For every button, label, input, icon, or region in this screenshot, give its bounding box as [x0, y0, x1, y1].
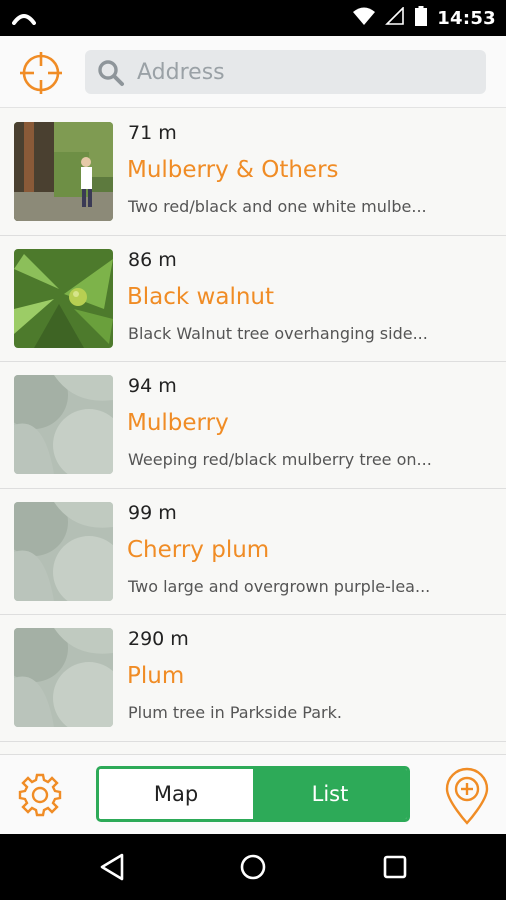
map-view-button[interactable]: Map — [99, 769, 253, 819]
top-bar — [0, 36, 506, 108]
location-name: Black walnut — [127, 283, 275, 310]
list-item[interactable]: 71 m Mulberry & Others Two red/black and… — [0, 109, 506, 236]
location-description: Two large and overgrown purple-lea... — [128, 576, 431, 596]
location-description: Two red/black and one white mulbe... — [128, 197, 427, 216]
back-icon — [100, 853, 124, 881]
distance-label: 290 m — [128, 628, 189, 651]
search-icon — [98, 60, 124, 86]
distance-label: 99 m — [128, 501, 177, 524]
placeholder-image — [14, 375, 113, 475]
home-icon — [240, 854, 266, 880]
location-photo — [14, 248, 113, 348]
list-item[interactable]: 290 m Plum Plum tree in Parkside Park. — [0, 615, 506, 742]
distance-label: 94 m — [128, 375, 177, 398]
cell-signal-icon — [385, 6, 405, 29]
list-item[interactable]: 86 m Black walnut Black Walnut tree over… — [0, 236, 506, 363]
crosshair-icon — [20, 52, 62, 94]
location-list[interactable]: 71 m Mulberry & Others Two red/black and… — [0, 109, 506, 754]
distance-label: 86 m — [128, 248, 177, 271]
home-button[interactable] — [238, 852, 268, 882]
location-name: Cherry plum — [127, 536, 270, 563]
bottom-bar: Map List — [0, 754, 506, 834]
location-description: Weeping red/black mulberry tree on... — [128, 450, 432, 470]
location-description: Black Walnut tree overhanging side... — [128, 323, 428, 343]
clock: 14:53 — [437, 7, 496, 29]
gear-icon — [18, 773, 62, 817]
settings-button[interactable] — [17, 772, 63, 818]
notification-icon — [12, 10, 36, 29]
add-location-button[interactable] — [444, 767, 490, 825]
recents-icon — [383, 855, 407, 879]
location-name: Mulberry & Others — [127, 157, 339, 183]
search-box[interactable] — [85, 50, 486, 94]
recents-button[interactable] — [380, 852, 410, 882]
view-toggle[interactable]: Map List — [96, 766, 410, 822]
location-description: Plum tree in Parkside Park. — [128, 703, 342, 723]
system-nav-bar — [0, 834, 506, 900]
status-bar: 14:53 — [0, 0, 506, 36]
add-location-icon — [445, 767, 489, 825]
location-name: Mulberry — [127, 410, 229, 437]
distance-label: 71 m — [128, 122, 177, 144]
battery-icon — [415, 6, 428, 30]
address-search-input[interactable] — [137, 50, 467, 94]
locate-me-button[interactable] — [18, 50, 64, 96]
list-view-button[interactable]: List — [253, 769, 407, 819]
placeholder-image — [14, 628, 113, 728]
back-button[interactable] — [98, 852, 128, 882]
list-item[interactable]: 94 m Mulberry Weeping red/black mulberry… — [0, 362, 506, 489]
location-photo — [14, 122, 113, 221]
placeholder-image — [14, 501, 113, 601]
location-name: Plum — [127, 663, 185, 690]
list-item[interactable]: 99 m Cherry plum Two large and overgrown… — [0, 489, 506, 616]
wifi-icon — [353, 7, 376, 29]
